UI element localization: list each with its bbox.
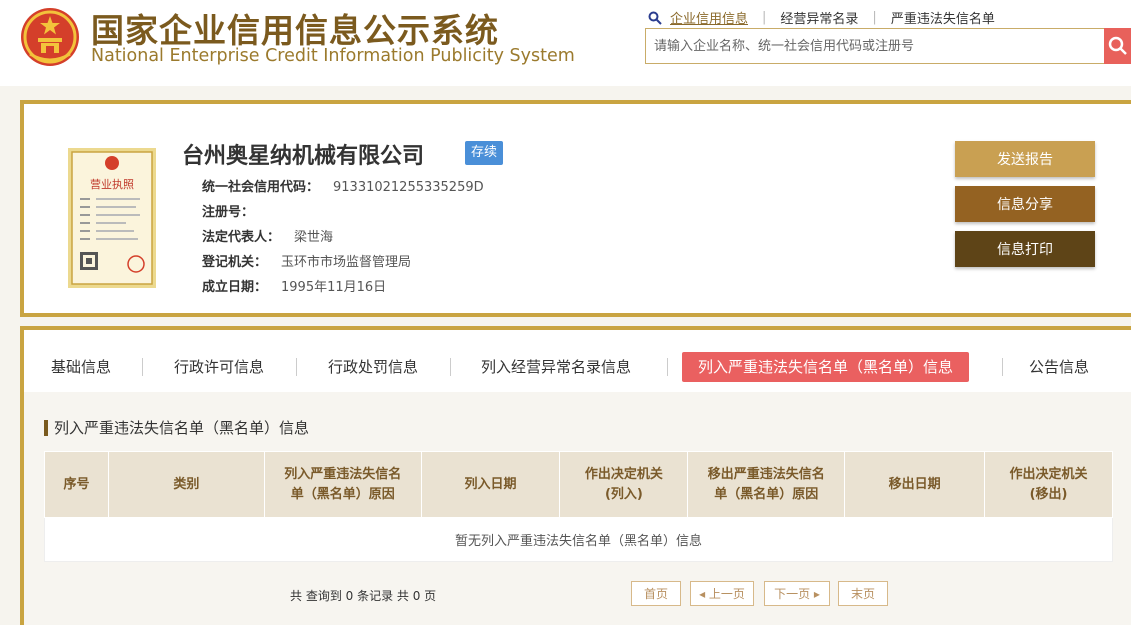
col-remove-authority: 作出决定机关 (移出) bbox=[984, 451, 1113, 518]
site-title-en: National Enterprise Credit Information P… bbox=[91, 46, 575, 66]
info-label: 统一社会信用代码： bbox=[202, 180, 320, 195]
tab-basic-info[interactable]: 基础信息 bbox=[51, 352, 111, 382]
chevron-left-icon: ◂ bbox=[699, 587, 709, 601]
site-title-cn: 国家企业信用信息公示系统 bbox=[91, 11, 499, 50]
info-value: 玉环市市场监督管理局 bbox=[281, 255, 412, 270]
table-empty-row: 暂无列入严重违法失信名单（黑名单）信息 bbox=[44, 517, 1113, 562]
send-report-button[interactable]: 发送报告 bbox=[955, 141, 1095, 177]
col-category: 类别 bbox=[107, 451, 265, 518]
info-row-credit-code: 统一社会信用代码： 91331021255335259D bbox=[202, 176, 484, 195]
info-label: 成立日期： bbox=[202, 280, 268, 295]
nav-separator: | bbox=[762, 10, 767, 25]
info-value: 1995年11月16日 bbox=[281, 280, 387, 295]
search-icon bbox=[1108, 36, 1127, 55]
section-title: 列入严重违法失信名单（黑名单）信息 bbox=[44, 420, 309, 436]
info-label: 法定代表人： bbox=[202, 230, 281, 245]
search-icon bbox=[648, 11, 662, 25]
empty-message: 暂无列入严重违法失信名单（黑名单）信息 bbox=[44, 517, 1113, 562]
top-nav: 企业信用信息 | 经营异常名录 | 严重违法失信名单 bbox=[648, 8, 995, 27]
print-info-button[interactable]: 信息打印 bbox=[955, 231, 1095, 267]
status-badge: 存续 bbox=[465, 141, 504, 165]
national-emblem-icon bbox=[21, 8, 79, 66]
info-row-reg-authority: 登记机关： 玉环市市场监督管理局 bbox=[202, 251, 411, 270]
tab-separator bbox=[1002, 358, 1003, 376]
tab-blacklist[interactable]: 列入严重违法失信名单（黑名单）信息 bbox=[682, 352, 970, 382]
company-name: 台州奥星纳机械有限公司 bbox=[182, 144, 425, 169]
col-index: 序号 bbox=[44, 451, 109, 518]
info-value: 梁世海 bbox=[294, 230, 334, 245]
col-remove-reason: 移出严重违法失信名 单（黑名单）原因 bbox=[687, 451, 846, 518]
col-list-authority: 作出决定机关 (列入) bbox=[559, 451, 689, 518]
info-panel: 基础信息 行政许可信息 行政处罚信息 列入经营异常名录信息 列入严重违法失信名单… bbox=[20, 326, 1131, 625]
tab-separator bbox=[296, 358, 297, 376]
tab-admin-penalty[interactable]: 行政处罚信息 bbox=[328, 352, 418, 382]
pager-first-button[interactable]: 首页 bbox=[631, 581, 681, 606]
pager-summary: 共 查询到 0 条记录 共 0 页 bbox=[290, 589, 437, 603]
tab-separator bbox=[450, 358, 451, 376]
tab-bar: 基础信息 行政许可信息 行政处罚信息 列入经营异常名录信息 列入严重违法失信名单… bbox=[24, 330, 1131, 392]
blacklist-table: 序号 类别 列入严重违法失信名 单（黑名单）原因 列入日期 作出决定机关 (列入) … bbox=[44, 451, 1113, 562]
share-info-button[interactable]: 信息分享 bbox=[955, 186, 1095, 222]
tab-separator bbox=[142, 358, 143, 376]
license-title: 营业执照 bbox=[90, 177, 134, 191]
search-button[interactable] bbox=[1104, 28, 1131, 64]
chevron-right-icon: ▸ bbox=[810, 587, 820, 601]
nav-link-credit-info[interactable]: 企业信用信息 bbox=[670, 8, 748, 27]
info-label: 登记机关： bbox=[202, 255, 268, 270]
col-list-date: 列入日期 bbox=[420, 451, 561, 518]
col-list-reason: 列入严重违法失信名 单（黑名单）原因 bbox=[263, 451, 422, 518]
info-value: 91331021255335259D bbox=[333, 180, 484, 195]
nav-separator: | bbox=[872, 10, 877, 25]
col-remove-date: 移出日期 bbox=[844, 451, 986, 518]
tab-separator bbox=[667, 358, 668, 376]
site-header: 国家企业信用信息公示系统 National Enterprise Credit … bbox=[0, 0, 1131, 86]
tab-announcements[interactable]: 公告信息 bbox=[1029, 352, 1089, 382]
info-row-reg-no: 注册号： bbox=[202, 201, 268, 220]
search-input[interactable] bbox=[645, 28, 1105, 64]
business-license-image: 营业执照 bbox=[68, 148, 156, 288]
info-label: 注册号： bbox=[202, 205, 255, 220]
nav-link-abnormal-list[interactable]: 经营异常名录 bbox=[780, 8, 858, 27]
pager-last-button[interactable]: 末页 bbox=[838, 581, 888, 606]
info-row-legal-rep: 法定代表人： 梁世海 bbox=[202, 226, 333, 245]
tab-abnormal-list[interactable]: 列入经营异常名录信息 bbox=[481, 352, 631, 382]
pager-prev-button[interactable]: ◂ 上一页 bbox=[690, 581, 754, 606]
company-card: 营业执照 台州奥星纳机械有限公司 存续 统一社会信用代码： 91331021255… bbox=[20, 100, 1131, 317]
tab-admin-license[interactable]: 行政许可信息 bbox=[174, 352, 264, 382]
info-row-established: 成立日期： 1995年11月16日 bbox=[202, 276, 386, 295]
table-header-row: 序号 类别 列入严重违法失信名 单（黑名单）原因 列入日期 作出决定机关 (列入) … bbox=[44, 451, 1113, 518]
nav-link-blacklist[interactable]: 严重违法失信名单 bbox=[891, 8, 995, 27]
pager-next-button[interactable]: 下一页 ▸ bbox=[764, 581, 830, 606]
